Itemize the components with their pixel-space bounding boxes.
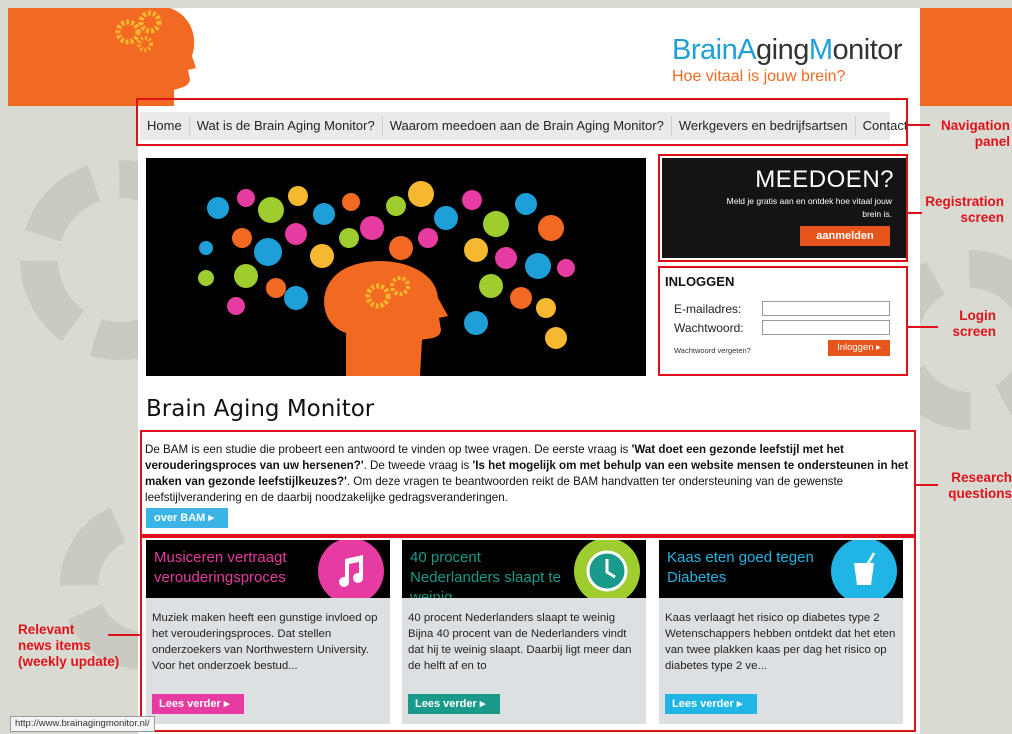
brain-icons-illustration xyxy=(198,181,575,376)
page-title: Brain Aging Monitor xyxy=(146,396,375,422)
hero-banner-image xyxy=(146,158,646,376)
browser-status-bar: http://www.brainagingmonitor.nl/ xyxy=(10,716,155,732)
annotation-login: Login screen xyxy=(952,308,996,339)
annotation-research: Research questions xyxy=(948,470,1012,501)
site-tagline: Hoe vitaal is jouw brein? xyxy=(672,68,846,85)
head-silhouette-logo xyxy=(100,8,196,106)
annotation-news: Relevant news items (weekly update) xyxy=(18,622,120,669)
annotation-box-navigation xyxy=(136,98,908,146)
annotation-registration: Registration screen xyxy=(925,194,1004,225)
annotation-box-login xyxy=(658,266,908,376)
annotation-navigation: Navigation panel xyxy=(940,118,1010,149)
site-logo[interactable]: BraingingAgingMonitor xyxy=(672,34,903,67)
annotation-box-registration xyxy=(658,154,908,262)
header-orange-band-right xyxy=(920,8,1012,106)
annotation-box-research xyxy=(140,430,916,536)
annotation-box-news xyxy=(140,536,916,732)
